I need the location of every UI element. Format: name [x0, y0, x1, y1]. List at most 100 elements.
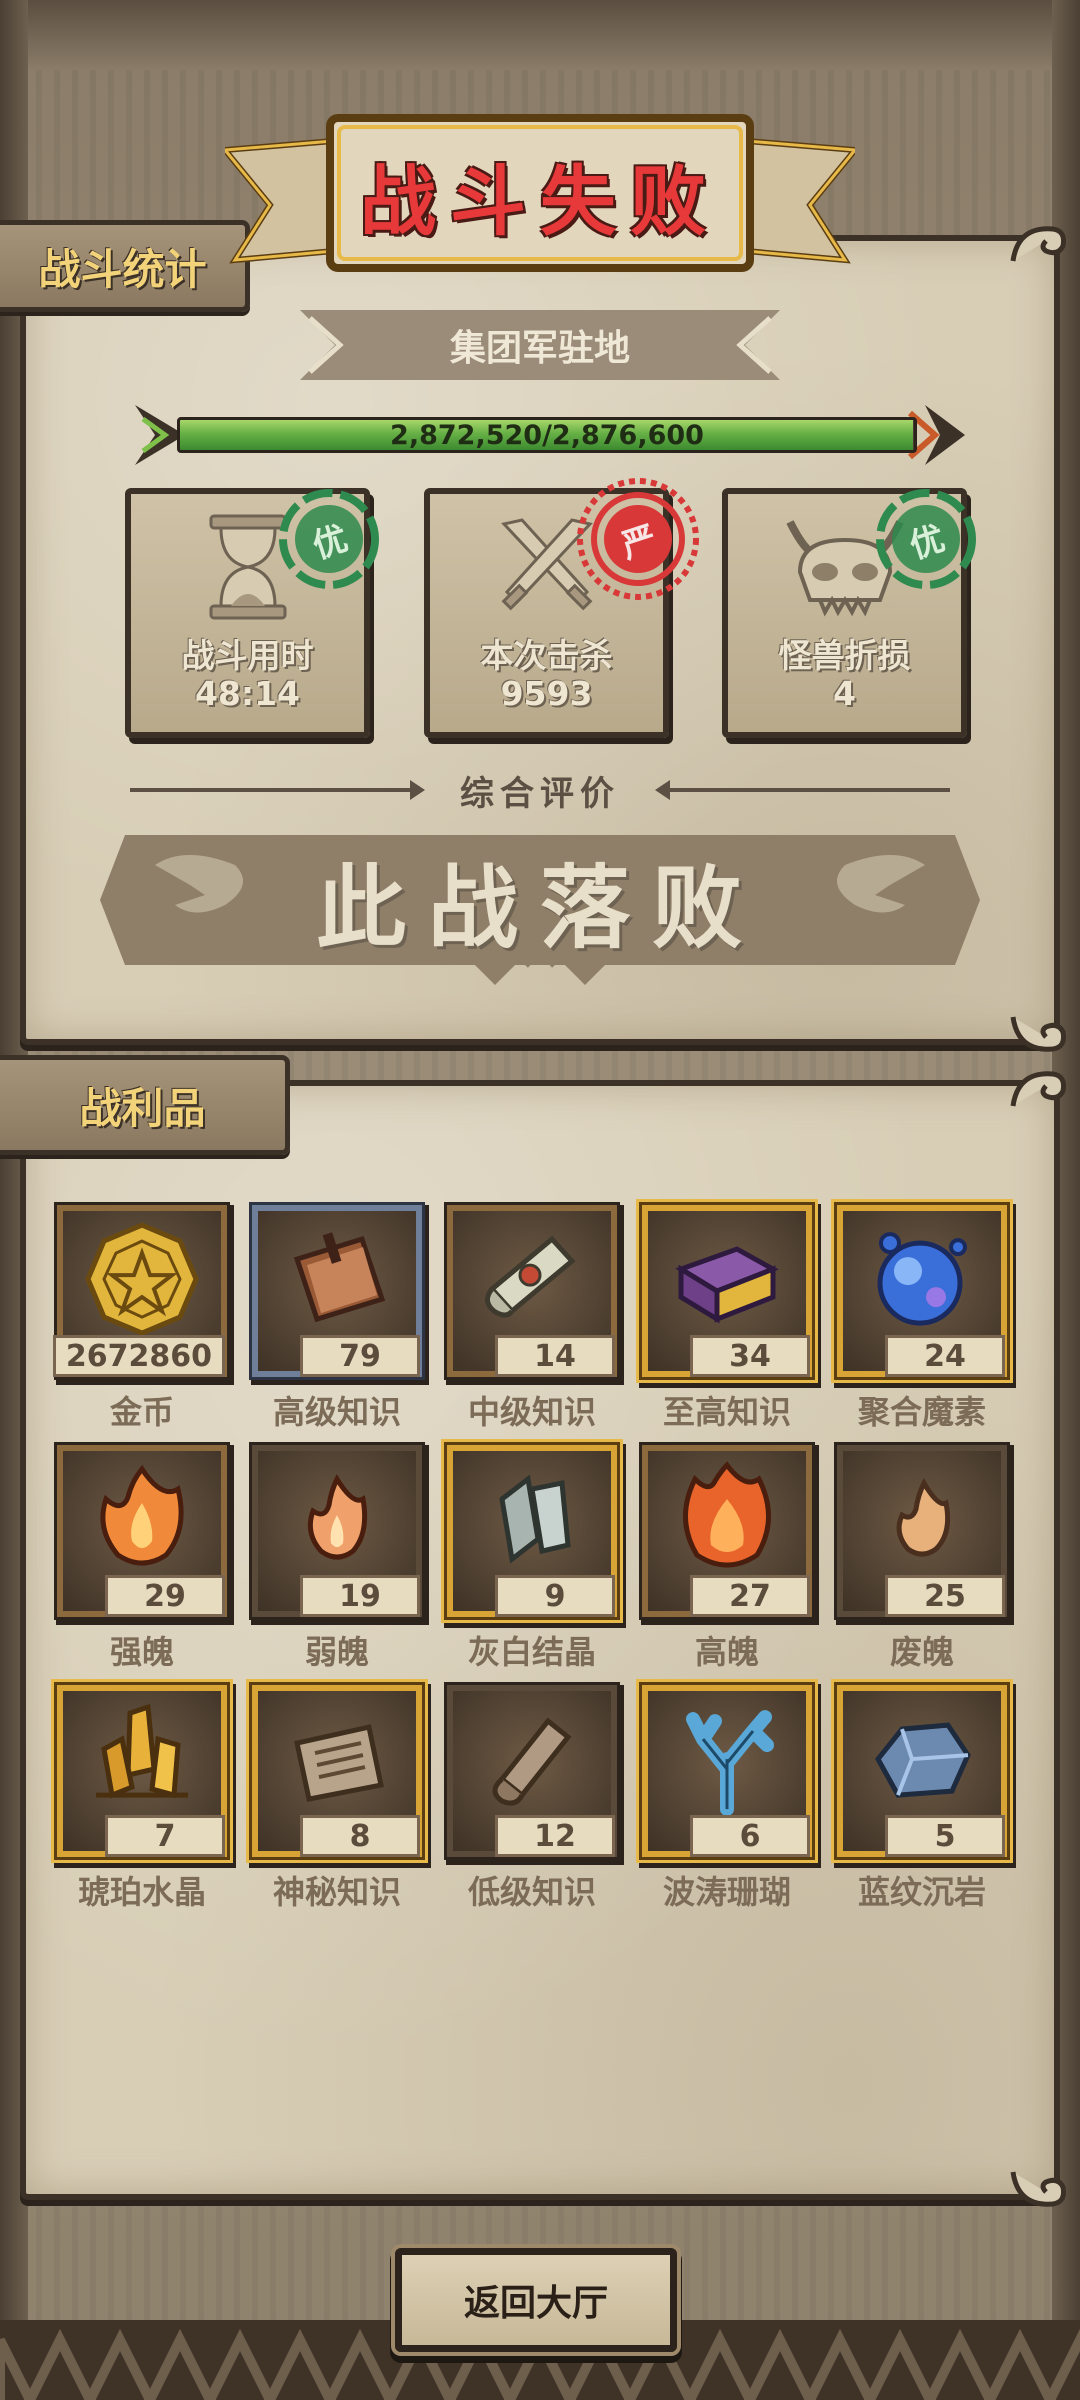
title-banner: 战斗失败: [225, 110, 855, 290]
tome-icon: [667, 1219, 787, 1343]
loot-name: 聚合魔素: [857, 1393, 986, 1431]
stat-label: 怪兽折损: [778, 636, 911, 675]
stat-value: 48:14: [194, 674, 301, 713]
stat-label: 战斗用时: [181, 636, 314, 675]
loot-item[interactable]: 24 聚合魔素: [832, 1205, 1012, 1431]
loot-count: 6: [690, 1815, 810, 1857]
stat-value: 4: [833, 674, 856, 713]
book-icon: [277, 1219, 397, 1343]
loot-icon-frame: 27: [642, 1445, 812, 1617]
location-name: 集团军驻地: [449, 328, 630, 369]
loot-name: 琥珀水晶: [77, 1873, 206, 1911]
amber-crystal-icon: [82, 1699, 202, 1823]
stat-card-kills: 严 本次击杀 9593: [424, 478, 699, 738]
loot-name: 强魄: [109, 1633, 174, 1671]
big-flame-icon: [667, 1459, 787, 1583]
loot-count: 7: [105, 1815, 225, 1857]
progress-text: 2,872,520/2,876,600: [390, 419, 704, 451]
stone-tablet-icon: [277, 1699, 397, 1823]
loot-name: 蓝纹沉岩: [857, 1873, 986, 1911]
loot-item[interactable]: 27 高魄: [637, 1445, 817, 1671]
loot-item[interactable]: 2672860 金币: [52, 1205, 232, 1431]
scroll-curl-icon: [1010, 2171, 1066, 2207]
score-progress-bar: 2,872,520/2,876,600: [135, 405, 965, 465]
rating-stamp-excellent: 优: [871, 484, 981, 594]
loot-name: 高级知识: [272, 1393, 401, 1431]
loot-count: 27: [690, 1575, 810, 1617]
loot-icon-frame: 7: [57, 1685, 227, 1857]
loot-item[interactable]: 9 灰白结晶: [442, 1445, 622, 1671]
top-frame: [0, 0, 1080, 70]
loot-item[interactable]: 19 弱魄: [247, 1445, 427, 1671]
grey-crystal-icon: [472, 1459, 592, 1583]
loot-name: 至高知识: [662, 1393, 791, 1431]
loot-name: 神秘知识: [272, 1873, 401, 1911]
loot-item[interactable]: 6 波涛珊瑚: [637, 1685, 817, 1911]
loot-item[interactable]: 29 强魄: [52, 1445, 232, 1671]
scroll-curl-icon: [1010, 1071, 1066, 1107]
coral-icon: [667, 1699, 787, 1823]
loot-item[interactable]: 34 至高知识: [637, 1205, 817, 1431]
loot-name: 金币: [109, 1393, 174, 1431]
loot-icon-frame: 2672860: [52, 1205, 227, 1377]
loot-count: 29: [105, 1575, 225, 1617]
verdict-text: 此战落败: [316, 856, 764, 961]
rating-stamp-severe: 严: [573, 474, 703, 604]
loot-name: 高魄: [694, 1633, 759, 1671]
stat-card-battle-time: 优 战斗用时 48:14: [125, 488, 379, 738]
loot-icon-frame: 34: [642, 1205, 812, 1377]
loot-item[interactable]: 5 蓝纹沉岩: [832, 1685, 1012, 1911]
loot-count: 19: [300, 1575, 420, 1617]
loot-item[interactable]: 12 低级知识: [442, 1685, 622, 1911]
battle-stats-tab: 战斗统计: [0, 220, 250, 312]
rating-stamp-excellent: 优: [274, 484, 384, 594]
loot-count: 8: [300, 1815, 420, 1857]
loot-icon-frame: 5: [837, 1685, 1007, 1857]
battle-result-title: 战斗失败: [360, 157, 720, 246]
loot-count: 34: [690, 1335, 810, 1377]
loot-icon-frame: 6: [642, 1685, 812, 1857]
loot-tab: 战利品: [0, 1055, 290, 1155]
loot-count: 9: [495, 1575, 615, 1617]
loot-icon-frame: 29: [57, 1445, 227, 1617]
loot-item[interactable]: 79 高级知识: [247, 1205, 427, 1431]
loot-item[interactable]: 14 中级知识: [442, 1205, 622, 1431]
loot-icon-frame: 19: [252, 1445, 422, 1617]
scroll-icon: [472, 1219, 592, 1343]
loot-count: 25: [885, 1575, 1005, 1617]
loot-name: 中级知识: [467, 1393, 596, 1431]
magic-orb-icon: [862, 1219, 982, 1343]
loot-icon-frame: 24: [837, 1205, 1007, 1377]
loot-count: 2672860: [52, 1335, 225, 1377]
loot-icon-frame: 9: [447, 1445, 617, 1617]
loot-icon-frame: 25: [837, 1445, 1007, 1617]
small-flame-icon: [277, 1459, 397, 1583]
loot-count: 24: [885, 1335, 1005, 1377]
blue-rock-icon: [862, 1699, 982, 1823]
return-lobby-button[interactable]: 返回大厅: [395, 2248, 677, 2352]
loot-item[interactable]: 25 废魄: [832, 1445, 1012, 1671]
gold-coin-icon: [82, 1219, 202, 1343]
loot-icon-frame: 8: [252, 1685, 422, 1857]
faint-flame-icon: [862, 1459, 982, 1583]
scroll-curl-icon: [1010, 1016, 1066, 1052]
stat-label: 本次击杀: [480, 636, 613, 675]
location-ribbon: 集团军驻地: [300, 310, 780, 380]
overall-rating-heading: 综合评价: [130, 765, 950, 815]
loot-item[interactable]: 8 神秘知识: [247, 1685, 427, 1911]
soul-flame-icon: [82, 1459, 202, 1583]
loot-name: 波涛珊瑚: [662, 1873, 791, 1911]
loot-icon-frame: 14: [447, 1205, 617, 1377]
loot-count: 14: [495, 1335, 615, 1377]
loot-count: 12: [495, 1815, 615, 1857]
loot-name: 弱魄: [304, 1633, 369, 1671]
loot-item[interactable]: 7 琥珀水晶: [52, 1685, 232, 1911]
loot-name: 废魄: [889, 1633, 954, 1671]
stat-value: 9593: [500, 674, 593, 713]
verdict-banner: 此战落败: [95, 825, 985, 1000]
scroll-curl-icon: [1010, 226, 1066, 262]
worn-scroll-icon: [472, 1699, 592, 1823]
loot-count: 79: [300, 1335, 420, 1377]
loot-name: 灰白结晶: [467, 1633, 596, 1671]
stat-card-monster-losses: 优 怪兽折损 4: [722, 488, 976, 738]
